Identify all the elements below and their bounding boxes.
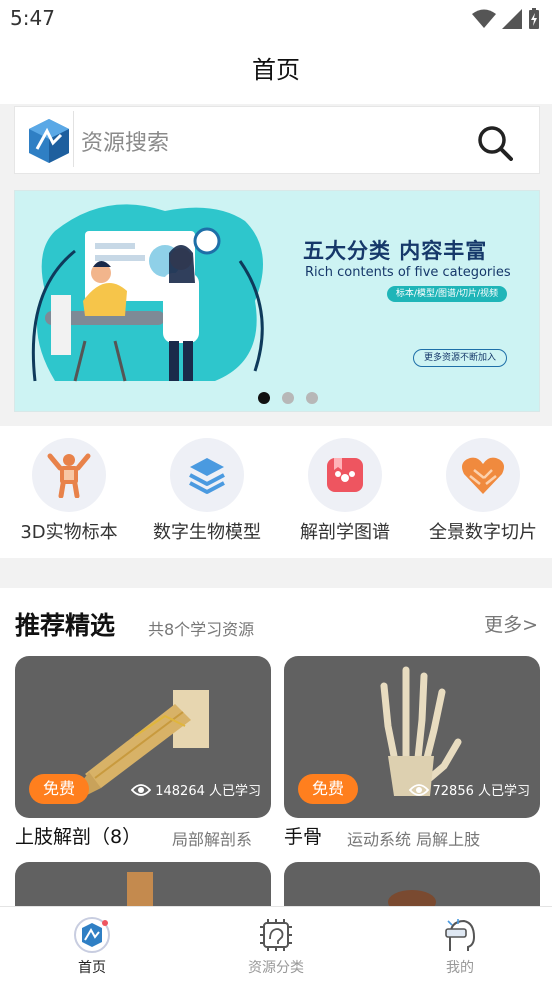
resource-tags: 局部解剖系: [172, 830, 253, 849]
banner-title: 五大分类 内容丰富: [303, 239, 488, 263]
carousel-dot[interactable]: [258, 392, 270, 404]
battery-icon: [529, 8, 539, 29]
search-icon[interactable]: [477, 125, 513, 161]
free-badge: 免费: [298, 774, 358, 804]
view-count-text: 72856 人已学习: [432, 784, 531, 799]
banner-more: 更多资源不断加入: [413, 349, 507, 367]
status-time: 5:47: [10, 6, 55, 30]
status-bar: 5:47: [0, 0, 552, 38]
tab-label: 资源分类: [248, 960, 304, 976]
category-label: 解剖学图谱: [300, 522, 390, 543]
carousel-dot[interactable]: [306, 392, 318, 404]
category-label: 3D实物标本: [20, 522, 118, 543]
category-digital-model[interactable]: 数字生物模型: [138, 438, 276, 558]
banner-carousel[interactable]: 五大分类 内容丰富 Rich contents of five categori…: [14, 190, 540, 412]
eye-icon: [408, 783, 429, 796]
tab-label: 首页: [78, 960, 106, 976]
resource-card[interactable]: 免费 148264 人已学习: [15, 656, 271, 818]
search-divider: [73, 111, 74, 167]
tab-home[interactable]: 首页: [32, 907, 152, 983]
heart-hands-icon: [462, 457, 504, 494]
search-bar[interactable]: 资源搜索: [14, 106, 540, 174]
recommend-subtitle: 共8个学习资源: [148, 620, 255, 639]
tab-label: 我的: [446, 960, 474, 976]
bottom-tab-bar: 首页 资源分类 我的: [0, 906, 552, 983]
eye-icon: [131, 783, 152, 796]
carousel-indicator: [0, 392, 552, 404]
free-badge: 免费: [29, 774, 89, 804]
anatomy-specimen-icon: [47, 453, 91, 498]
atlas-icon: [327, 458, 363, 492]
home-logo-icon: [74, 917, 110, 953]
category-label: 全景数字切片: [429, 522, 537, 543]
view-count: 72856 人已学习: [408, 780, 531, 799]
category-label: 数字生物模型: [153, 522, 261, 543]
category-3d-specimen[interactable]: 3D实物标本: [0, 438, 138, 558]
tab-mine[interactable]: 我的: [400, 907, 520, 983]
category-row: 3D实物标本 数字生物模型 解剖学图谱 全景数字切片: [0, 426, 552, 558]
view-count: 148264 人已学习: [131, 780, 261, 799]
carousel-dot[interactable]: [282, 392, 294, 404]
search-section: 资源搜索: [0, 104, 552, 176]
wifi-icon: [472, 9, 496, 28]
resource-name[interactable]: 上肢解剖（8）: [15, 822, 141, 849]
recommend-section: 推荐精选 共8个学习资源 更多> 免费 148264 人已学习 上肢解剖（8） …: [0, 588, 552, 922]
banner-section: 五大分类 内容丰富 Rich contents of five categori…: [0, 176, 552, 426]
resource-card[interactable]: 免费 72856 人已学习: [284, 656, 540, 818]
app-logo-icon: [29, 119, 69, 163]
banner-tag: 标本/模型/图谱/切片/视频: [387, 286, 507, 302]
signal-icon: [502, 9, 522, 29]
search-input[interactable]: 资源搜索: [81, 125, 169, 157]
category-panorama-slice[interactable]: 全景数字切片: [414, 438, 552, 558]
page-title: 首页: [252, 56, 300, 84]
recommend-more-link[interactable]: 更多>: [484, 610, 538, 637]
recommend-title: 推荐精选: [15, 611, 116, 640]
tab-categories[interactable]: 资源分类: [216, 907, 336, 983]
banner-subtitle: Rich contents of five categories: [305, 265, 511, 280]
doctor-illustration: [31, 204, 264, 382]
layers-icon: [189, 458, 225, 494]
title-bar: 首页: [0, 38, 552, 104]
chip-category-icon: [260, 919, 292, 951]
section-gap: [0, 558, 552, 588]
view-count-text: 148264 人已学习: [155, 784, 261, 799]
category-anatomy-atlas[interactable]: 解剖学图谱: [276, 438, 414, 558]
status-icons: [472, 8, 540, 30]
vr-head-icon: [445, 919, 476, 951]
resource-tags: 运动系统 局解上肢: [347, 830, 481, 849]
resource-name[interactable]: 手骨: [284, 822, 322, 849]
